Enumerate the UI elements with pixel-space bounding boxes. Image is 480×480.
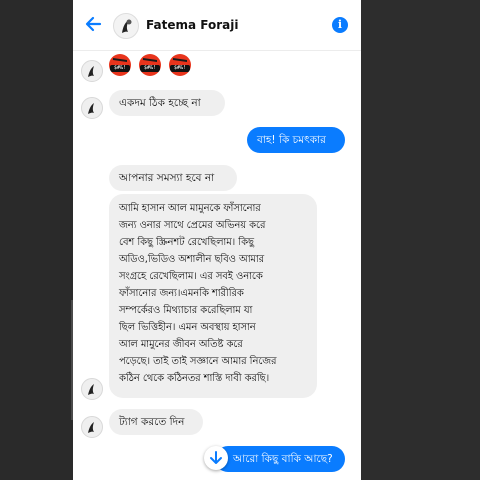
message-bubble-incoming[interactable]: একদম ঠিক হচ্ছে না [109,90,225,116]
message-bubble-outgoing[interactable]: আরো কিছু বাকি আছে? [215,446,345,472]
angry-emoji[interactable]: $#&! [169,54,191,76]
contact-avatar[interactable] [113,13,139,39]
message-bubble-incoming[interactable]: আপনার সমস্যা হবে না [109,165,237,191]
back-arrow-icon[interactable] [83,13,105,35]
message-bubble-incoming[interactable]: ট্যাগ করতে দিন [109,409,203,435]
sender-avatar[interactable] [81,378,103,400]
sender-avatar[interactable] [81,60,103,82]
chat-header: Fatema Foraji i [73,0,361,51]
chat-screen: Fatema Foraji i $#&! $#&! $#&! একদম ঠিক … [73,0,361,480]
angry-emoji[interactable]: $#&! [109,54,131,76]
message-bubble-incoming[interactable]: আমি হাসান আল মামুনকে ফাঁসানোর জন্য ওনার … [109,194,317,398]
background-left [0,0,73,480]
background-right [361,0,480,480]
arrow-down-icon [210,451,222,464]
contact-name[interactable]: Fatema Foraji [146,18,238,32]
angry-emoji[interactable]: $#&! [139,54,161,76]
message-bubble-outgoing[interactable]: বাহ! কি চমৎকার [247,127,345,153]
scroll-to-bottom-button[interactable] [204,446,228,470]
info-icon[interactable]: i [332,17,348,33]
sender-avatar[interactable] [81,97,103,119]
sender-avatar[interactable] [81,416,103,438]
